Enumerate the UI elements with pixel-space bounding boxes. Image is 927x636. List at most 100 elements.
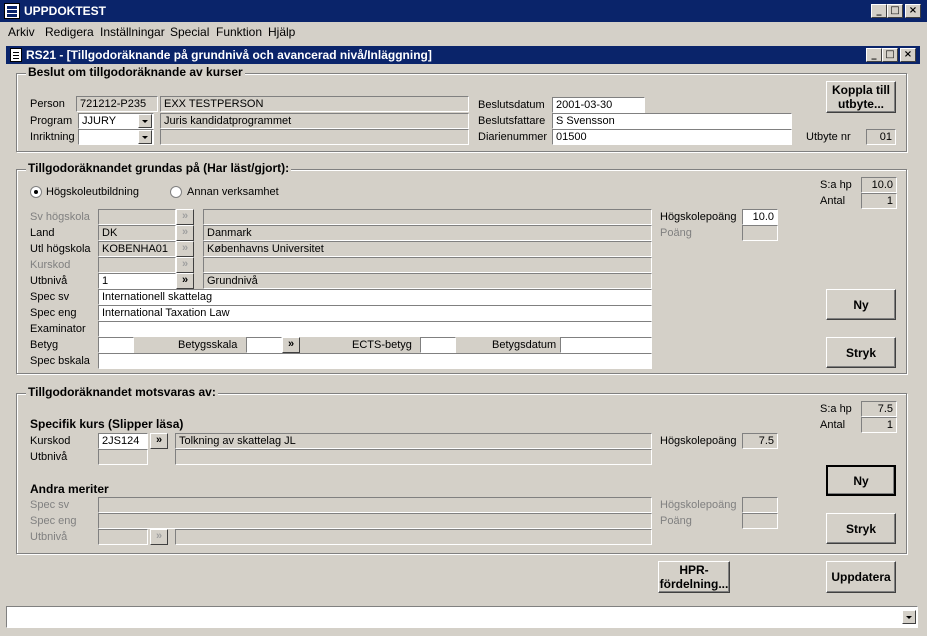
beslut-title: Beslut om tillgodoräknande av kurser [26,65,245,79]
ects-betyg-input[interactable] [420,337,456,353]
beslutsdatum-label: Beslutsdatum [478,99,545,111]
status-dropdown-icon[interactable] [902,610,916,624]
andra-poang-label: Poäng [660,515,692,527]
menu-bar: Arkiv Redigera Inställningar Special Fun… [0,22,927,42]
annan-verksamhet-radio[interactable] [170,186,182,198]
app-title: UPPDOKTEST [24,4,107,18]
spec-bskala-input[interactable] [98,353,652,369]
grundas-kurskod-label: Kurskod [30,259,71,271]
utl-hogskola-lookup-button[interactable]: » [176,241,194,257]
sv-hogskola-field [98,209,176,225]
andra-spec-sv-label: Spec sv [30,499,70,511]
koppla-till-utbyte-button[interactable]: Koppla till utbyte... [826,81,896,113]
andra-spec-eng-label: Spec eng [30,515,77,527]
menu-redigera[interactable]: Redigera [45,25,94,39]
beslutsfattare-label: Beslutsfattare [478,115,546,127]
status-combo[interactable] [6,606,918,628]
menu-arkiv[interactable]: Arkiv [8,25,35,39]
ects-betyg-label: ECTS-betyg [352,339,412,351]
motsvaras-kurskod-lookup-button[interactable]: » [150,433,168,449]
motsvaras-hp-label: Högskolepoäng [660,435,737,447]
annan-verksamhet-label: Annan verksamhet [187,186,279,198]
program-dropdown-icon[interactable] [138,114,152,128]
beslutsdatum-input[interactable]: 2001-03-30 [552,97,645,113]
betyg-label: Betyg [30,339,59,351]
grundas-stryk-button[interactable]: Stryk [826,337,896,368]
specifik-kurs-title: Specifik kurs (Slipper läsa) [30,417,184,431]
grundas-antal-label: Antal [820,195,846,207]
window-minimize-button[interactable]: _ [866,48,882,62]
hpr-fordelning-button[interactable]: HPR-fördelning... [658,561,730,593]
person-name-field: EXX TESTPERSON [160,96,469,112]
hogskoleutbildning-label: Högskoleutbildning [46,186,139,198]
sv-hogskola-name-field [203,209,652,225]
motsvaras-utbniva-field [98,449,148,465]
menu-hjalp[interactable]: Hjälp [268,25,295,39]
spec-eng-label: Spec eng [30,307,77,319]
app-icon [4,3,20,19]
grundas-poang-label: Poäng [660,227,692,239]
maximize-button[interactable]: □ [887,4,903,18]
examinator-input[interactable] [98,321,652,337]
grundas-title: Tillgodoräknandet grundas på (Har läst/g… [26,161,292,175]
motsvaras-utbniva-name-field [175,449,652,465]
diarienummer-input[interactable]: 01500 [552,129,792,145]
utbyte-nr-label: Utbyte nr [806,131,851,143]
spec-bskala-label: Spec bskala [30,355,90,367]
close-button[interactable]: × [905,4,921,18]
person-label: Person [30,98,65,110]
betygsskala-lookup-button[interactable]: » [282,337,300,353]
andra-utbniva-name-field [175,529,652,545]
document-icon [10,48,22,62]
spec-sv-label: Spec sv [30,291,70,303]
land-code-field: DK [98,225,176,241]
grundas-hp-label: Högskolepoäng [660,211,737,223]
spec-sv-input[interactable]: Internationell skattelag [98,289,652,305]
sv-hogskola-lookup-button[interactable]: » [176,209,194,225]
menu-special[interactable]: Special [170,25,209,39]
sv-hogskola-label: Sv högskola [30,211,90,223]
hogskoleutbildning-radio[interactable] [30,186,42,198]
andra-hp-field [742,497,778,513]
motsvaras-utbniva-label: Utbnivå [30,451,68,463]
grundas-hp-input[interactable]: 10.0 [742,209,778,225]
grundas-antal-field: 1 [861,193,897,209]
window-close-button[interactable]: × [900,48,916,62]
motsvaras-hp-field: 7.5 [742,433,778,449]
inriktning-label: Inriktning [30,131,75,143]
betygsdatum-input[interactable] [560,337,652,353]
andra-spec-eng-field [98,513,652,529]
grundas-ny-button[interactable]: Ny [826,289,896,320]
motsvaras-sahp-label: S:a hp [820,403,852,415]
motsvaras-ny-button[interactable]: Ny [826,465,896,496]
motsvaras-kurskod-label: Kurskod [30,435,71,447]
grundas-kurskod-lookup-button[interactable]: » [176,257,194,273]
land-lookup-button[interactable]: » [176,225,194,241]
grundas-utbniva-input[interactable]: 1 [98,273,176,289]
betygsskala-label: Betygsskala [178,339,238,351]
app-titlebar: UPPDOKTEST _ □ × [0,0,927,22]
andra-utbniva-lookup-button[interactable]: » [150,529,168,545]
grundas-utbniva-lookup-button[interactable]: » [176,273,194,289]
menu-installningar[interactable]: Inställningar [100,25,165,39]
menu-funktion[interactable]: Funktion [216,25,262,39]
examinator-label: Examinator [30,323,86,335]
betygsskala-input[interactable] [246,337,282,353]
minimize-button[interactable]: _ [871,4,887,18]
utl-hogskola-label: Utl högskola [30,243,91,255]
beslutsfattare-input[interactable]: S Svensson [552,113,792,129]
motsvaras-stryk-button[interactable]: Stryk [826,513,896,544]
window-titlebar: RS21 - [Tillgodoräknande på grundnivå oc… [6,46,920,64]
motsvaras-kurskod-input[interactable]: 2JS124 [98,433,148,449]
grundas-utbniva-label: Utbnivå [30,275,68,287]
spec-eng-input[interactable]: International Taxation Law [98,305,652,321]
motsvaras-title: Tillgodoräknandet motsvaras av: [26,385,218,399]
land-name-field: Danmark [203,225,652,241]
betyg-input[interactable] [98,337,134,353]
window-maximize-button[interactable]: □ [882,48,898,62]
uppdatera-button[interactable]: Uppdatera [826,561,896,593]
inriktning-dropdown-icon[interactable] [138,130,152,144]
motsvaras-antal-field: 1 [861,417,897,433]
andra-hp-label: Högskolepoäng [660,499,737,511]
inriktning-name-field [160,129,469,145]
